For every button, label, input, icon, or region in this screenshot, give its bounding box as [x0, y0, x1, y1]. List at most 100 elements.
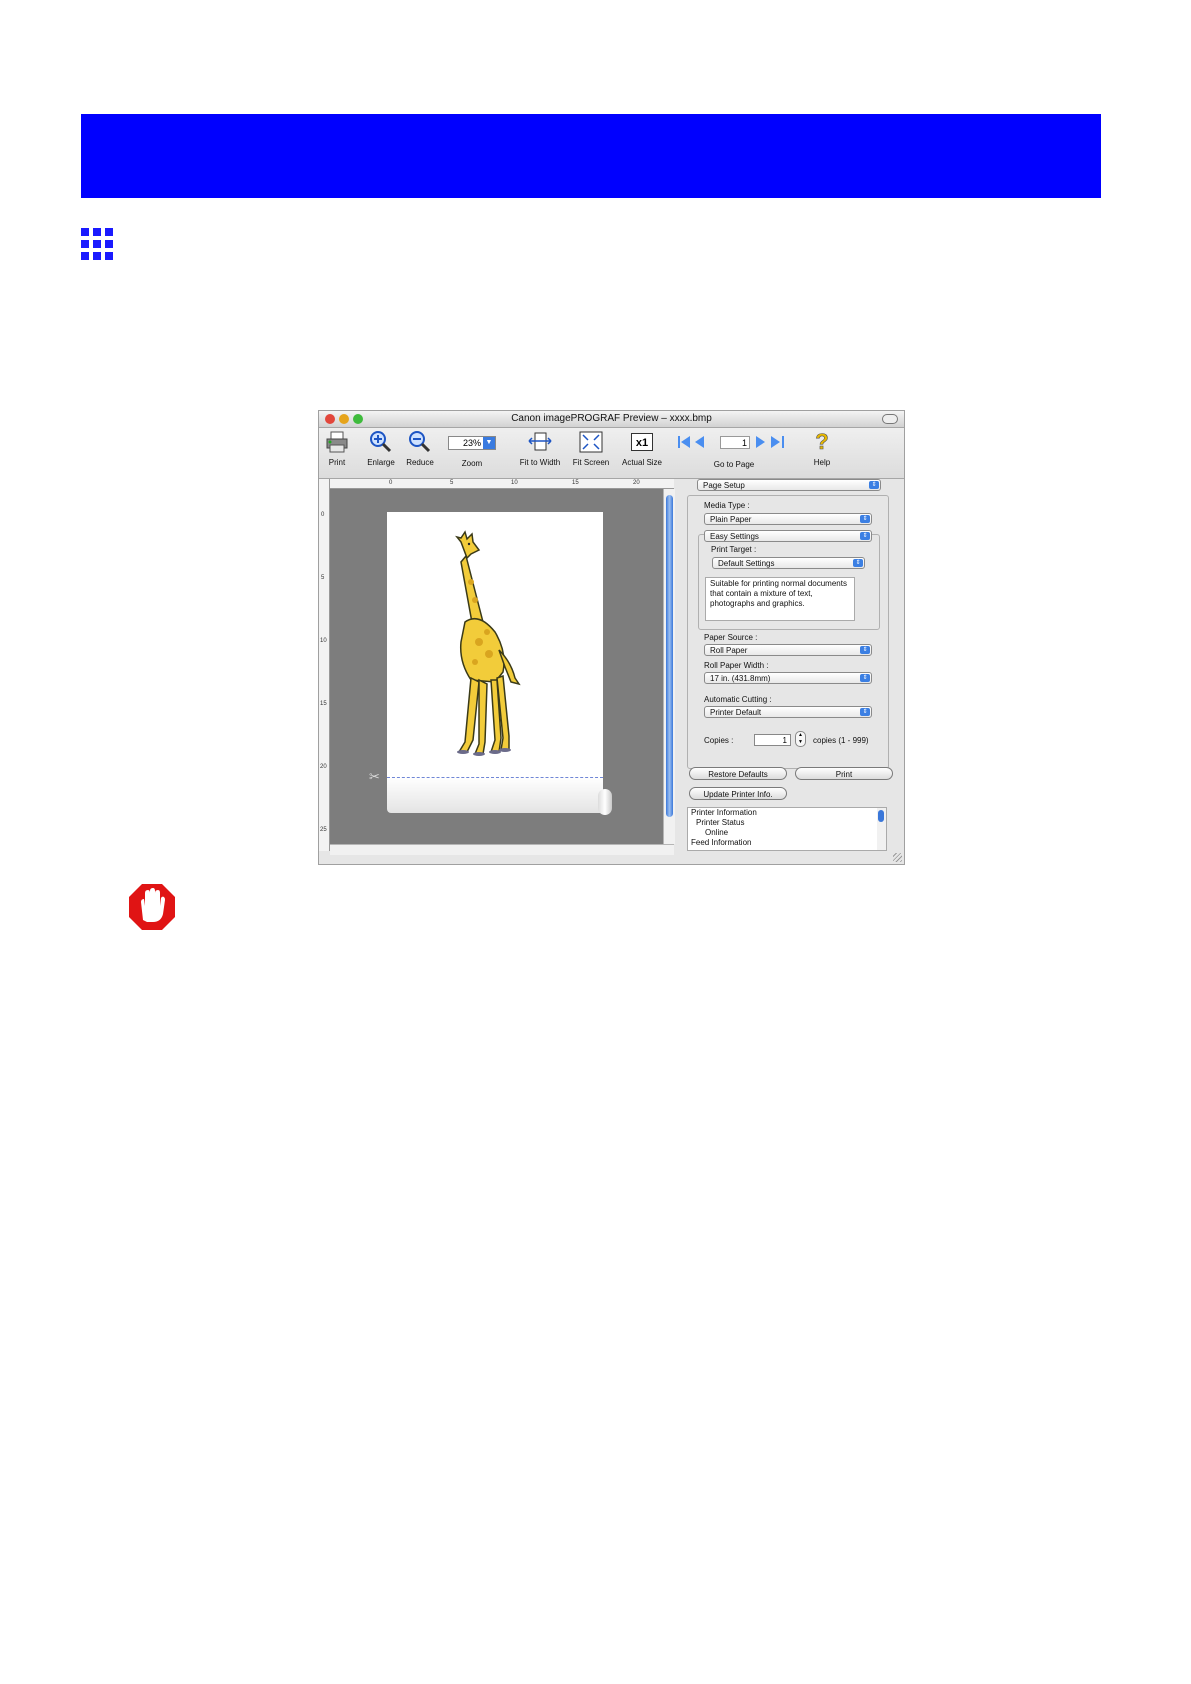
last-page-icon[interactable] [755, 435, 791, 449]
copies-field[interactable]: 1 [754, 734, 791, 746]
copies-range-label: copies (1 - 999) [813, 736, 869, 745]
reduce-label: Reduce [406, 458, 434, 467]
fit-to-width-tool[interactable]: Fit to Width [515, 430, 565, 467]
ruler-tick-label: 15 [572, 480, 579, 486]
easy-settings-value: Easy Settings [710, 532, 759, 541]
automatic-cutting-value: Printer Default [710, 708, 762, 717]
preview-area[interactable]: ✂ [330, 489, 663, 844]
paper-source-label: Paper Source : [704, 633, 758, 642]
fit-width-icon [528, 432, 552, 451]
ruler-tick-label: 0 [321, 512, 325, 518]
copies-stepper[interactable]: ▲ ▼ [795, 731, 806, 747]
restore-defaults-button[interactable]: Restore Defaults [689, 767, 787, 780]
ruler-tick-label: 20 [633, 480, 640, 486]
print-target-label: Print Target : [711, 545, 757, 554]
help-label: Help [813, 458, 831, 467]
preview-horizontal-scrollbar[interactable] [330, 844, 674, 855]
roll-paper-end [387, 777, 603, 813]
actual-size-tool[interactable]: x1 Actual Size [617, 430, 667, 467]
popup-arrow-icon: ⇕ [860, 532, 870, 540]
zoom-out-icon [409, 431, 431, 453]
enlarge-tool[interactable]: Enlarge [365, 430, 397, 467]
print-target-value: Default Settings [718, 559, 775, 568]
update-printer-info-button[interactable]: Update Printer Info. [689, 787, 787, 800]
toolbar-toggle-button[interactable] [882, 414, 898, 424]
preview-vertical-scrollbar[interactable] [663, 489, 675, 844]
printer-icon [326, 431, 348, 453]
preview-window: Canon imagePROGRAF Preview – xxxx.bmp Pr… [318, 410, 905, 865]
actual-size-label: Actual Size [621, 458, 663, 467]
zoom-dropdown-arrow-icon[interactable]: ▼ [483, 437, 495, 449]
ruler-tick-label: 25 [320, 827, 327, 833]
info-scrollbar[interactable] [877, 808, 886, 850]
scroll-thumb[interactable] [878, 810, 884, 822]
print-tool[interactable]: Print [323, 430, 351, 467]
ruler-tick-label: 5 [321, 575, 325, 581]
header-bar [81, 114, 1101, 198]
media-type-popup[interactable]: Plain Paper ⇕ [704, 513, 872, 525]
toolbar: Print Enlarge Reduce 23% ▼ Zoom Fit to W… [319, 428, 904, 479]
media-type-value: Plain Paper [710, 515, 752, 524]
resize-grip-icon[interactable] [893, 853, 902, 862]
popup-arrow-icon: ⇕ [860, 646, 870, 654]
scroll-thumb[interactable] [666, 495, 673, 817]
ruler-tick-label: 10 [320, 638, 327, 644]
paper-source-popup[interactable]: Roll Paper ⇕ [704, 644, 872, 656]
printer-info-list[interactable]: Printer Information Printer Status Onlin… [687, 807, 887, 851]
popup-arrow-icon: ⇕ [860, 674, 870, 682]
ruler-tick-label: 20 [320, 764, 327, 770]
horizontal-ruler: 0 5 10 15 20 [329, 479, 674, 489]
info-line: Printer Status [696, 818, 745, 827]
info-line: Feed Information [691, 838, 752, 847]
scissors-icon: ✂ [369, 769, 380, 784]
easy-settings-popup[interactable]: Easy Settings ⇕ [704, 530, 872, 542]
roll-paper-width-label: Roll Paper Width : [704, 661, 769, 670]
info-line: Printer Information [691, 808, 757, 817]
print-target-popup[interactable]: Default Settings ⇕ [712, 557, 865, 569]
automatic-cutting-popup[interactable]: Printer Default ⇕ [704, 706, 872, 718]
info-line: Online [705, 828, 729, 837]
page-number-field[interactable]: 1 [720, 436, 750, 449]
title-bar[interactable]: Canon imagePROGRAF Preview – xxxx.bmp [319, 411, 904, 428]
print-button[interactable]: Print [795, 767, 893, 780]
print-target-description: Suitable for printing normal documents t… [705, 577, 855, 621]
reduce-tool[interactable]: Reduce [404, 430, 436, 467]
fit-screen-icon [579, 431, 603, 453]
fit-screen-label: Fit Screen [572, 458, 610, 467]
help-icon: ? [815, 429, 829, 454]
fit-to-width-label: Fit to Width [519, 458, 561, 467]
zoom-value: 23% [462, 438, 481, 448]
automatic-cutting-label: Automatic Cutting : [704, 695, 772, 704]
paper-source-value: Roll Paper [710, 646, 748, 655]
zoom-combo[interactable]: 23% ▼ [448, 436, 496, 450]
page-setup-value: Page Setup [703, 481, 745, 490]
enlarge-label: Enlarge [367, 458, 395, 467]
popup-arrow-icon: ⇕ [860, 708, 870, 716]
popup-arrow-icon: ⇕ [860, 515, 870, 523]
ruler-tick-label: 5 [450, 480, 454, 486]
paper-page [387, 512, 603, 777]
window-title: Canon imagePROGRAF Preview – xxxx.bmp [511, 413, 712, 424]
zoom-label: Zoom [461, 459, 483, 468]
go-to-page-tool: 1 Go to Page [677, 430, 791, 474]
roll-paper-width-popup[interactable]: 17 in. (431.8mm) ⇕ [704, 672, 872, 684]
actual-size-icon: x1 [631, 433, 653, 451]
grid-icon [81, 228, 113, 260]
ruler-tick-label: 10 [511, 480, 518, 486]
print-label: Print [328, 458, 346, 467]
roll-core [598, 789, 612, 815]
ruler-tick-label: 15 [320, 701, 327, 707]
zoom-in-icon [370, 431, 392, 453]
roll-paper-width-value: 17 in. (431.8mm) [710, 674, 771, 683]
go-to-page-label: Go to Page [713, 460, 755, 469]
zoom-tool: 23% ▼ Zoom [444, 430, 500, 468]
giraffe-illustration [455, 530, 521, 756]
help-tool[interactable]: ? Help [807, 429, 837, 467]
first-page-icon[interactable] [677, 435, 715, 449]
copies-label: Copies : [704, 736, 734, 745]
fit-screen-tool[interactable]: Fit Screen [569, 430, 613, 467]
popup-arrow-icon: ⇕ [869, 481, 879, 489]
page-setup-popup[interactable]: Page Setup ⇕ [697, 479, 881, 491]
vertical-ruler: 0 5 10 15 20 25 [319, 479, 330, 851]
ruler-tick-label: 0 [389, 480, 393, 486]
